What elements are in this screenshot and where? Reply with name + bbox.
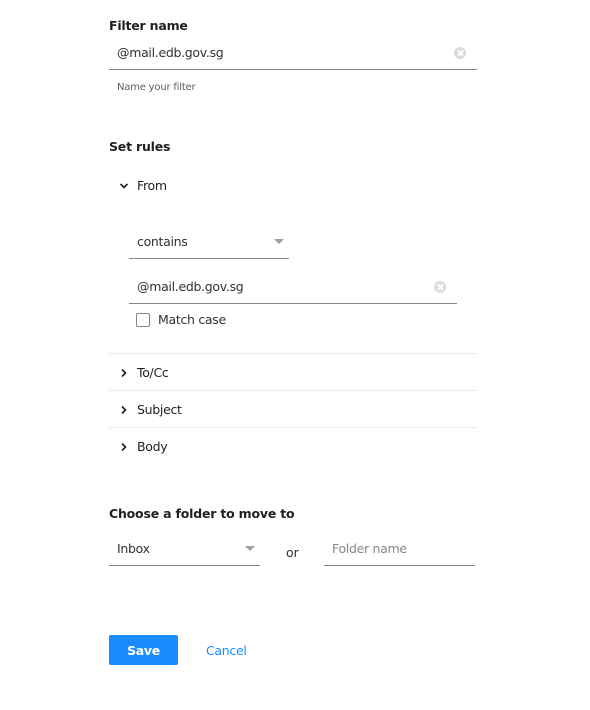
rule-tocc-label: To/Cc bbox=[137, 365, 169, 380]
folder-dropdown[interactable]: Inbox bbox=[109, 532, 260, 566]
folder-heading: Choose a folder to move to bbox=[109, 506, 295, 521]
rule-body-toggle[interactable]: Body bbox=[109, 428, 477, 465]
chevron-down-icon bbox=[117, 182, 131, 190]
folder-selected-value: Inbox bbox=[117, 541, 150, 556]
set-rules-heading: Set rules bbox=[109, 139, 171, 154]
caret-down-icon bbox=[274, 239, 284, 244]
folder-name-field[interactable] bbox=[324, 532, 475, 566]
match-case-checkbox[interactable] bbox=[136, 312, 150, 327]
filter-name-input[interactable] bbox=[109, 45, 477, 60]
match-case-label: Match case bbox=[158, 312, 226, 327]
save-button[interactable]: Save bbox=[109, 635, 178, 665]
from-value-input[interactable] bbox=[129, 279, 457, 294]
match-case-option[interactable]: Match case bbox=[136, 312, 226, 327]
caret-down-icon bbox=[245, 546, 255, 551]
rule-from-toggle[interactable]: From bbox=[109, 167, 477, 204]
rule-subject-label: Subject bbox=[137, 402, 182, 417]
condition-dropdown[interactable]: contains bbox=[129, 225, 289, 259]
cancel-button[interactable]: Cancel bbox=[206, 643, 247, 658]
filter-name-field[interactable] bbox=[109, 36, 477, 70]
rule-subject-toggle[interactable]: Subject bbox=[109, 391, 477, 428]
chevron-right-icon bbox=[117, 442, 131, 452]
filter-editor: Filter name Name your filter Set rules F… bbox=[0, 0, 590, 710]
chevron-right-icon bbox=[117, 405, 131, 415]
folder-name-input[interactable] bbox=[324, 541, 475, 556]
clear-icon[interactable] bbox=[434, 280, 446, 293]
rule-from-label: From bbox=[137, 178, 167, 193]
clear-icon[interactable] bbox=[454, 46, 466, 59]
rule-body-label: Body bbox=[137, 439, 168, 454]
filter-name-hint: Name your filter bbox=[117, 82, 196, 93]
chevron-right-icon bbox=[117, 368, 131, 378]
filter-name-heading: Filter name bbox=[109, 18, 188, 33]
from-value-field[interactable] bbox=[129, 270, 457, 304]
or-label: or bbox=[286, 545, 299, 560]
condition-value: contains bbox=[137, 234, 188, 249]
rule-tocc-toggle[interactable]: To/Cc bbox=[109, 354, 477, 391]
